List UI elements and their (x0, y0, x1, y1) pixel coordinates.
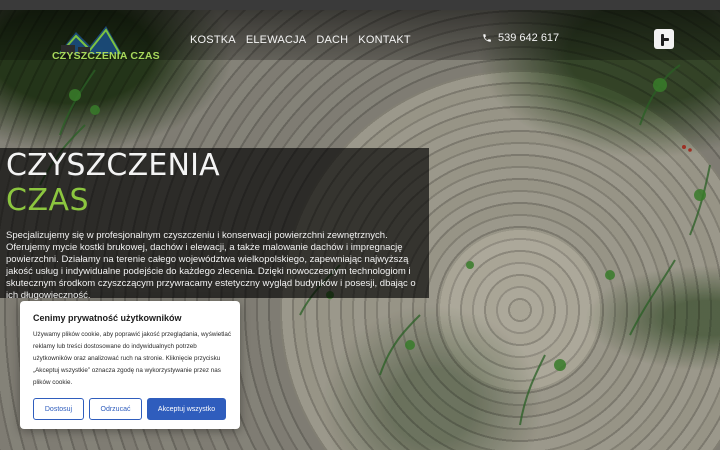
hero-title-line2: CZAS (6, 183, 90, 218)
hero-description: Specjalizujemy się w profesjonalnym czys… (6, 230, 416, 301)
browser-top-strip (0, 0, 720, 10)
cookie-title: Cenimy prywatność użytkowników (33, 313, 182, 323)
cookie-reject-button[interactable]: Odrzucać (89, 398, 142, 420)
phone-icon (483, 34, 491, 42)
main-nav: KOSTKA ELEWACJA DACH KONTAKT (190, 34, 411, 46)
phone-link[interactable]: 539 642 617 (482, 32, 559, 44)
cookie-accept-button[interactable]: Akceptuj wszystko (147, 398, 226, 420)
logo-text: CZYSZCZENIA CZAS (52, 50, 160, 62)
cookie-settings-button[interactable]: Dostosuj (33, 398, 84, 420)
cookie-consent-dialog: Cenimy prywatność użytkowników Używamy p… (20, 301, 240, 429)
cookie-text: Używamy plików cookie, aby poprawić jako… (33, 331, 232, 386)
hero-title-line1: CZYSZCZENIA (6, 148, 220, 183)
nav-elewacja[interactable]: ELEWACJA (246, 34, 306, 46)
phone-number: 539 642 617 (498, 32, 560, 44)
nav-kostka[interactable]: KOSTKA (190, 34, 236, 46)
nav-kontakt[interactable]: KONTAKT (358, 34, 411, 46)
facebook-icon[interactable] (654, 29, 674, 49)
site-header: CZYSZCZENIA CZAS KOSTKA ELEWACJA DACH KO… (0, 10, 720, 62)
nav-dach[interactable]: DACH (316, 34, 348, 46)
